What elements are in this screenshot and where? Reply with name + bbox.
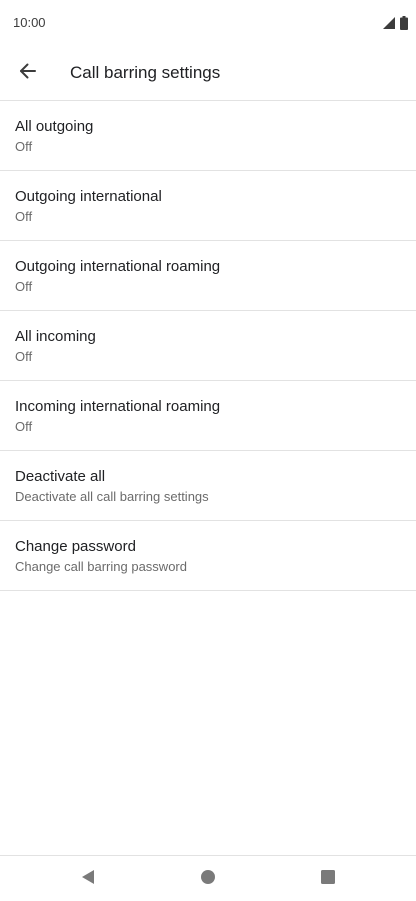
- settings-list: All outgoing Off Outgoing international …: [0, 101, 416, 591]
- arrow-back-icon: [18, 61, 38, 86]
- setting-outgoing-international[interactable]: Outgoing international Off: [0, 171, 416, 241]
- status-time: 10:00: [13, 15, 46, 30]
- item-subtitle: Off: [15, 419, 33, 434]
- item-subtitle: Change call barring password: [15, 559, 187, 574]
- battery-icon: [400, 16, 408, 35]
- status-icons: [382, 16, 408, 35]
- item-title: All incoming: [15, 328, 96, 345]
- item-title: Incoming international roaming: [15, 398, 221, 415]
- setting-all-outgoing[interactable]: All outgoing Off: [0, 101, 416, 171]
- nav-recents-button[interactable]: [317, 868, 339, 890]
- setting-outgoing-international-roaming[interactable]: Outgoing international roaming Off: [0, 241, 416, 311]
- setting-all-incoming[interactable]: All incoming Off: [0, 311, 416, 381]
- nav-back-icon: [80, 869, 96, 890]
- item-title: Outgoing international: [15, 188, 162, 205]
- page-title: Call barring settings: [70, 63, 221, 82]
- nav-back-button[interactable]: [77, 868, 99, 890]
- item-title: Outgoing international roaming: [15, 258, 221, 275]
- item-subtitle: Off: [15, 349, 33, 364]
- item-subtitle: Off: [15, 139, 33, 154]
- item-title: Change password: [15, 538, 136, 555]
- app-bar: Call barring settings: [0, 46, 416, 101]
- item-subtitle: Off: [15, 209, 33, 224]
- back-button[interactable]: [8, 53, 48, 93]
- navigation-bar: [0, 855, 416, 901]
- item-title: Deactivate all: [15, 468, 106, 485]
- setting-change-password[interactable]: Change password Change call barring pass…: [0, 521, 416, 591]
- status-bar: 10:00: [0, 0, 416, 46]
- item-title: All outgoing: [15, 118, 94, 135]
- nav-home-icon: [200, 869, 216, 890]
- item-subtitle: Deactivate all call barring settings: [15, 489, 209, 504]
- nav-home-button[interactable]: [197, 868, 219, 890]
- setting-deactivate-all[interactable]: Deactivate all Deactivate all call barri…: [0, 451, 416, 521]
- item-subtitle: Off: [15, 279, 33, 294]
- nav-recents-icon: [320, 869, 336, 890]
- signal-icon: [382, 16, 396, 35]
- setting-incoming-international-roaming[interactable]: Incoming international roaming Off: [0, 381, 416, 451]
